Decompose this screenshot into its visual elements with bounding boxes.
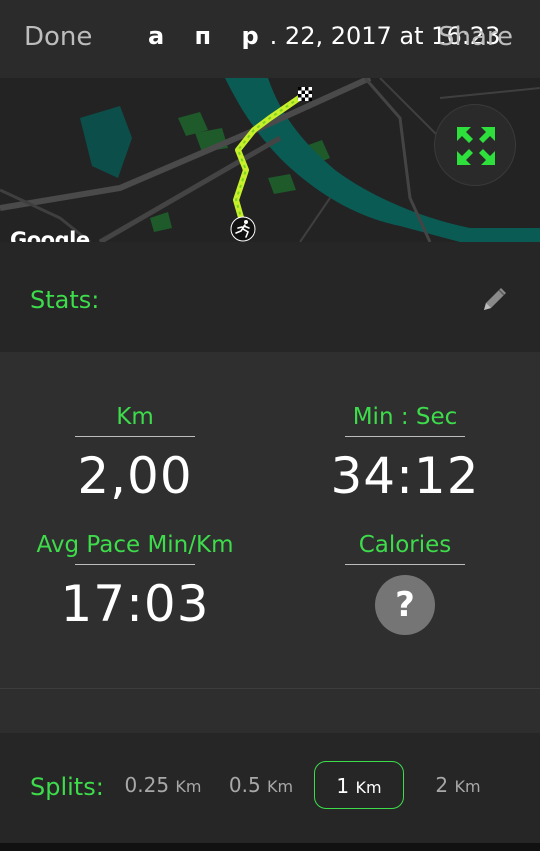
duration-stat: Min : Sec 34:12 (305, 402, 505, 505)
split-option-1-selected[interactable]: 1 Km (314, 761, 404, 809)
stats-panel: Km 2,00 Min : Sec 34:12 Avg Pace Min/Km … (0, 352, 540, 688)
duration-value: 34:12 (330, 447, 480, 505)
split-option-0.5[interactable]: 0.5 Km (224, 761, 298, 809)
distance-value: 2,00 (77, 447, 193, 505)
split-value: 0.25 (124, 773, 170, 797)
distance-stat: Km 2,00 (35, 402, 235, 505)
distance-label: Km (116, 404, 154, 430)
pace-label: Avg Pace Min/Km (36, 532, 234, 558)
map-road (299, 197, 331, 242)
split-value: 1 (336, 774, 350, 798)
map-park (150, 212, 172, 232)
stat-divider (345, 564, 465, 565)
map-park (268, 174, 296, 194)
split-option-2[interactable]: 2 Km (428, 761, 488, 809)
split-unit: Km (355, 778, 382, 797)
calories-label: Calories (358, 532, 452, 558)
splits-label: Splits: (30, 773, 104, 801)
map-road (439, 87, 540, 99)
split-option-0.25[interactable]: 0.25 Km (120, 761, 206, 809)
duration-label: Min : Sec (352, 404, 458, 430)
stats-label: Stats: (30, 286, 100, 314)
split-unit: Km (267, 777, 294, 796)
expand-map-button[interactable] (434, 104, 516, 186)
share-button[interactable]: Share (438, 22, 513, 52)
splits-bar: Splits: 0.25 Km 0.5 Km 1 Km 2 Km (0, 733, 540, 843)
stat-divider (75, 564, 195, 565)
split-value: 0.5 (228, 773, 261, 797)
calories-unknown-button[interactable]: ? (375, 575, 435, 635)
route-map[interactable]: Google (0, 78, 540, 242)
runner-start-icon (230, 216, 256, 242)
google-attribution: Google (10, 228, 90, 242)
top-bar: Done а п р. 22, 2017 at 16:23 Share (0, 0, 540, 78)
expand-icon (457, 127, 495, 165)
pace-value: 17:03 (60, 575, 210, 633)
finish-flag-icon (298, 87, 312, 101)
done-button[interactable]: Done (24, 22, 92, 52)
title-month: а п р (148, 22, 270, 50)
calories-stat: Calories ? (305, 530, 505, 635)
map-water-pond (80, 106, 132, 178)
split-unit: Km (454, 777, 481, 796)
bottom-edge (0, 843, 540, 851)
pace-stat: Avg Pace Min/Km 17:03 (35, 530, 235, 633)
stat-divider (75, 436, 195, 437)
section-divider (0, 688, 540, 689)
edit-pencil-icon[interactable] (480, 284, 510, 314)
split-value: 2 (435, 773, 449, 797)
stat-divider (345, 436, 465, 437)
stats-header: Stats: (0, 242, 540, 352)
map-road (379, 78, 441, 139)
split-unit: Km (175, 777, 202, 796)
